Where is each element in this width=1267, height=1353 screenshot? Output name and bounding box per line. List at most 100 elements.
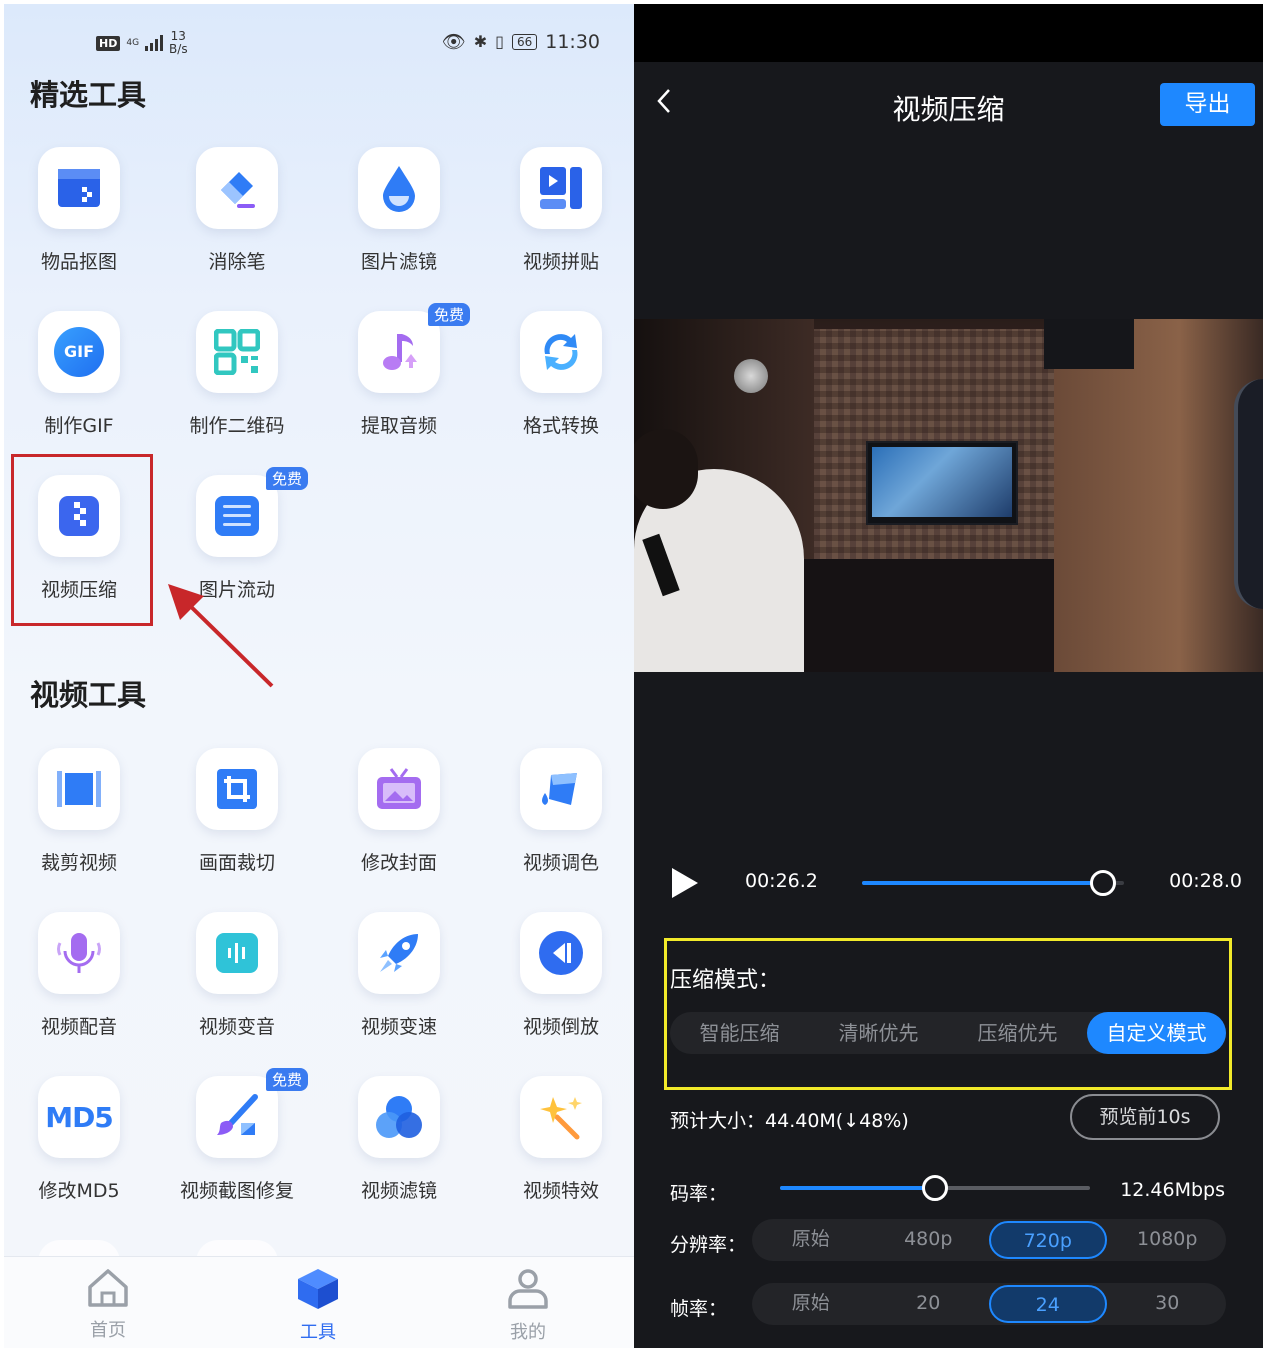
tool-crop-frame[interactable]: 画面裁切 — [162, 748, 312, 875]
featured-tools-title: 精选工具 — [30, 78, 147, 112]
cube-icon — [298, 1269, 338, 1309]
mode-option-smart[interactable]: 智能压缩 — [670, 1012, 809, 1054]
tool-image-filter[interactable]: 图片滤镜 — [324, 147, 474, 274]
tool-label: 图片滤镜 — [360, 251, 437, 273]
tool-image-cutout[interactable]: 物品抠图 — [4, 147, 154, 274]
convert-icon — [544, 334, 578, 370]
eye-icon: 👁 — [441, 31, 466, 53]
compress-mode-title: 压缩模式： — [670, 968, 781, 993]
tool-label: 视频滤镜 — [360, 1180, 437, 1202]
tool-edit-md5[interactable]: MD5 修改MD5 — [4, 1076, 154, 1203]
compress-mode-selector: 智能压缩 清晰优先 压缩优先 自定义模式 — [670, 1012, 1226, 1054]
tool-video-effects[interactable]: 视频特效 — [486, 1076, 634, 1203]
tool-color-grade[interactable]: 视频调色 — [486, 748, 634, 875]
framerate-option-30[interactable]: 30 — [1111, 1285, 1225, 1323]
tools-screen: HD 4G 13 B/s 👁 ✱ ▯ 66 11:30 精选工具 物品抠图 消除… — [4, 4, 634, 1348]
tool-make-gif[interactable]: GIF 制作GIF — [4, 311, 154, 438]
framerate-option-original[interactable]: 原始 — [754, 1285, 868, 1323]
voice-change-icon — [216, 933, 258, 973]
framerate-selector: 原始 20 24 30 — [752, 1283, 1226, 1325]
brush-repair-icon — [217, 1094, 258, 1135]
qr-code-icon — [214, 329, 260, 375]
highlight-box-red — [11, 454, 153, 626]
tool-image-flow[interactable]: 免费 图片流动 — [162, 467, 312, 602]
tool-speed-change[interactable]: 视频变速 — [324, 912, 474, 1039]
tool-video-collage[interactable]: 视频拼贴 — [486, 147, 634, 274]
mode-option-clarity[interactable]: 清晰优先 — [809, 1012, 948, 1054]
tab-mine[interactable]: 我的 — [468, 1267, 588, 1344]
paint-bucket-icon — [542, 773, 577, 805]
image-cutout-icon — [58, 169, 100, 207]
video-preview[interactable] — [634, 319, 1263, 672]
tool-label: 视频配音 — [40, 1016, 117, 1038]
play-icon[interactable] — [670, 866, 700, 900]
home-icon — [88, 1269, 128, 1307]
color-circles-icon — [376, 1096, 422, 1138]
tool-label: 制作二维码 — [189, 415, 285, 437]
free-badge: 免费 — [427, 303, 470, 326]
bitrate-label: 码率： — [670, 1183, 728, 1205]
tool-label: 画面裁切 — [198, 852, 275, 874]
tab-tools[interactable]: 工具 — [258, 1267, 378, 1344]
framerate-option-20[interactable]: 20 — [872, 1285, 986, 1323]
network-speed: 13 B/s — [169, 29, 188, 56]
tool-label: 制作GIF — [44, 415, 114, 437]
tool-reverse-video[interactable]: 视频倒放 — [486, 912, 634, 1039]
export-button[interactable]: 导出 — [1160, 83, 1255, 126]
bluetooth-icon: ✱ — [473, 32, 488, 51]
signal-icon — [145, 35, 164, 51]
tool-trim-video[interactable]: 裁剪视频 — [4, 748, 154, 875]
tool-label: 视频变音 — [198, 1016, 275, 1038]
image-flow-icon — [215, 496, 259, 536]
tool-label: 物品抠图 — [40, 251, 117, 273]
tv-cover-icon — [377, 768, 421, 809]
gif-icon: GIF — [54, 327, 104, 377]
tool-label: 修改封面 — [360, 852, 437, 874]
user-icon — [508, 1269, 548, 1309]
microphone-icon — [57, 933, 101, 973]
bitrate-value: 12.46Mbps — [1120, 1179, 1225, 1201]
video-tools-title: 视频工具 — [30, 678, 147, 712]
tool-screenshot-repair[interactable]: 免费 视频截图修复 — [162, 1068, 312, 1203]
tool-label: 视频倒放 — [522, 1016, 599, 1038]
tool-format-convert[interactable]: 格式转换 — [486, 311, 634, 438]
tool-extract-audio[interactable]: 免费 提取音频 — [324, 303, 474, 438]
resolution-option-original[interactable]: 原始 — [754, 1221, 868, 1259]
framerate-option-24[interactable]: 24 — [989, 1285, 1107, 1323]
filter-drop-icon — [383, 166, 415, 212]
tool-voice-change[interactable]: 视频变音 — [162, 912, 312, 1039]
tool-eraser[interactable]: 消除笔 — [162, 147, 312, 274]
bitrate-fill — [780, 1186, 935, 1190]
resolution-selector: 原始 480p 720p 1080p — [752, 1219, 1226, 1261]
tool-edit-cover[interactable]: 修改封面 — [324, 748, 474, 875]
video-compress-screen: 视频压缩 导出 00:26.2 00:28.0 压缩模式： 智能压缩 清晰优先 … — [634, 4, 1263, 1348]
playback-progress-fill — [862, 881, 1104, 885]
resolution-label: 分辨率： — [670, 1234, 747, 1256]
tool-label: 视频特效 — [522, 1180, 599, 1202]
tool-video-filter[interactable]: 视频滤镜 — [324, 1076, 474, 1203]
mode-option-compression[interactable]: 压缩优先 — [948, 1012, 1087, 1054]
tool-label: 视频变速 — [360, 1016, 437, 1038]
playback-slider-handle[interactable] — [1090, 870, 1117, 896]
resolution-option-1080p[interactable]: 1080p — [1111, 1221, 1225, 1259]
current-time: 00:26.2 — [745, 870, 818, 892]
tool-video-dubbing[interactable]: 视频配音 — [4, 912, 154, 1039]
preview-10s-button[interactable]: 预览前10s — [1070, 1094, 1220, 1140]
vibrate-icon: ▯ — [495, 32, 504, 51]
resolution-option-480p[interactable]: 480p — [872, 1221, 986, 1259]
tool-label: 裁剪视频 — [40, 852, 117, 874]
tab-home[interactable]: 首页 — [48, 1267, 168, 1342]
arrow-annotation-icon — [168, 584, 274, 688]
sparkle-wand-icon — [540, 1097, 582, 1140]
trim-video-icon — [57, 771, 101, 807]
network-type: 4G — [126, 38, 140, 48]
hd-badge: HD — [96, 35, 121, 51]
resolution-option-720p[interactable]: 720p — [989, 1221, 1107, 1259]
battery-icon: 66 — [511, 33, 538, 50]
tool-label: 提取音频 — [360, 415, 437, 437]
mode-option-custom[interactable]: 自定义模式 — [1087, 1012, 1226, 1054]
eraser-icon — [221, 172, 255, 208]
framerate-label: 帧率： — [670, 1298, 728, 1320]
bitrate-slider-handle[interactable] — [922, 1175, 948, 1201]
tool-make-qrcode[interactable]: 制作二维码 — [162, 311, 312, 438]
